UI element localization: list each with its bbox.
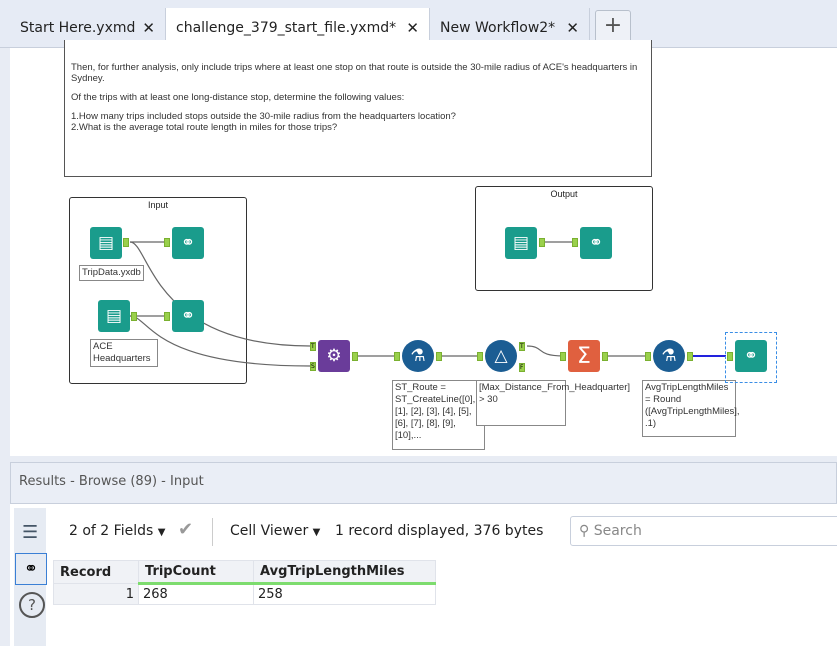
tool-annotation: AvgTripLengthMiles = Round ([AvgTripLeng…	[642, 380, 740, 437]
apply-check-icon[interactable]: ✔	[178, 519, 193, 540]
input-anchor[interactable]	[572, 238, 578, 247]
browse-binoculars-icon[interactable]: ⚭	[172, 300, 204, 332]
chevron-down-icon: ▼	[312, 527, 321, 538]
tool-annotation: TripData.yxdb	[79, 265, 144, 281]
table-header-row: Record TripCount AvgTripLengthMiles	[53, 560, 436, 585]
table-row: 1 268 258	[53, 583, 436, 605]
cell-viewer-dropdown[interactable]: Cell Viewer ▼	[230, 523, 320, 539]
connection	[526, 345, 564, 357]
output-anchor[interactable]	[436, 352, 442, 361]
output-anchor[interactable]	[352, 352, 358, 361]
input-anchor[interactable]	[477, 352, 483, 361]
formula-flask-icon[interactable]: ⚗	[402, 340, 434, 372]
tool-annotation: ST_Route = ST_CreateLine([0], [1], [2], …	[392, 380, 485, 450]
formula-flask-icon[interactable]: ⚗	[653, 340, 685, 372]
results-table: Record TripCount AvgTripLengthMiles 1 26…	[53, 560, 436, 605]
output-anchor[interactable]	[687, 352, 693, 361]
input-anchor-t[interactable]: T	[310, 342, 316, 351]
chevron-down-icon: ▼	[157, 527, 166, 538]
tool-annotation: ACE Headquarters	[90, 339, 158, 367]
input-data-book-icon[interactable]: ▤	[505, 227, 537, 259]
output-anchor[interactable]	[131, 312, 137, 321]
input-anchor[interactable]	[164, 238, 170, 247]
help-icon[interactable]: ?	[19, 592, 45, 618]
cell-avgtriplengthmiles[interactable]: 258	[253, 583, 436, 605]
record-status: 1 record displayed, 376 bytes	[335, 523, 544, 539]
fields-dropdown[interactable]: 2 of 2 Fields ▼	[69, 523, 165, 539]
input-anchor[interactable]	[727, 352, 733, 361]
summarize-sigma-icon[interactable]: Σ	[568, 340, 600, 372]
tool-annotation: [Max_Distance_From_Headquarter] > 30	[476, 380, 630, 426]
input-anchor[interactable]	[560, 352, 566, 361]
browse-binoculars-icon[interactable]: ⚭	[172, 227, 204, 259]
output-anchor[interactable]	[602, 352, 608, 361]
results-header: Results - Browse (89) - Input	[10, 462, 837, 504]
connection	[129, 241, 311, 347]
input-anchor[interactable]	[394, 352, 400, 361]
column-header-record[interactable]: Record	[53, 560, 139, 584]
search-icon: ⚲	[579, 523, 590, 539]
output-anchor-false[interactable]: F	[519, 363, 525, 372]
browse-binoculars-icon[interactable]: ⚭	[580, 227, 612, 259]
divider	[212, 518, 213, 546]
browse-binoculars-icon[interactable]: ⚭	[735, 340, 767, 372]
input-anchor-s[interactable]: S	[310, 362, 316, 371]
search-input[interactable]: ⚲ Search	[570, 516, 837, 546]
input-data-book-icon[interactable]: ▤	[90, 227, 122, 259]
input-anchor[interactable]	[164, 312, 170, 321]
fields-label: 2 of 2 Fields	[69, 523, 154, 539]
list-icon[interactable]: ☰	[22, 522, 38, 543]
filter-triangle-icon[interactable]: △	[485, 340, 517, 372]
column-header-tripcount[interactable]: TripCount	[138, 560, 254, 585]
output-anchor[interactable]	[123, 238, 129, 247]
viewer-label: Cell Viewer	[230, 523, 309, 539]
column-header-avgtriplengthmiles[interactable]: AvgTripLengthMiles	[253, 560, 436, 585]
output-anchor-true[interactable]: T	[519, 342, 525, 351]
binoculars-icon[interactable]: ⚭	[15, 553, 47, 585]
cell-record[interactable]: 1	[53, 583, 139, 605]
cell-tripcount[interactable]: 268	[138, 583, 254, 605]
input-data-book-icon[interactable]: ▤	[98, 300, 130, 332]
search-placeholder: Search	[593, 523, 642, 539]
input-anchor[interactable]	[645, 352, 651, 361]
output-anchor[interactable]	[539, 238, 545, 247]
spatial-match-gears-icon[interactable]: ⚙	[318, 340, 350, 372]
